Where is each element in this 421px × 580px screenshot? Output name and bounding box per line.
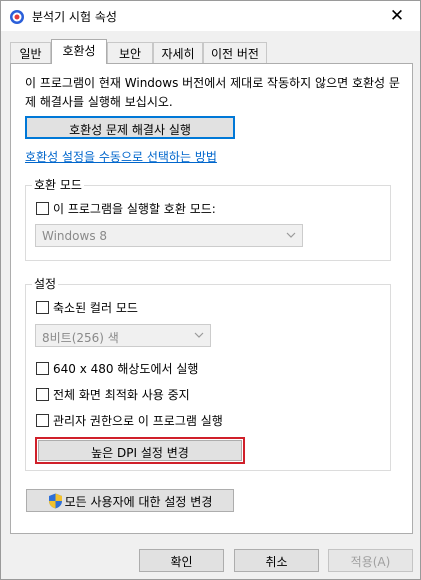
- cancel-button[interactable]: 취소: [234, 549, 319, 572]
- compat-mode-select[interactable]: Windows 8: [35, 224, 303, 247]
- color-mode-select-value: 8비트(256) 색: [42, 331, 119, 345]
- compat-mode-group-label: 호환 모드: [32, 178, 84, 192]
- reduced-color-label: 축소된 컬러 모드: [53, 301, 138, 315]
- manual-settings-link[interactable]: 호환성 설정을 수동으로 선택하는 방법: [25, 148, 217, 165]
- tab-previous-versions[interactable]: 이전 버전: [203, 42, 267, 63]
- compat-mode-checkbox-label: 이 프로그램을 실행할 호환 모드:: [53, 202, 216, 216]
- change-settings-all-users-button[interactable]: 모든 사용자에 대한 설정 변경: [26, 489, 234, 512]
- disable-fullscreen-opt-row[interactable]: 전체 화면 최적화 사용 중지: [36, 386, 190, 403]
- disable-fullscreen-opt-checkbox[interactable]: [36, 388, 49, 401]
- tab-previous-versions-label: 이전 버전: [211, 47, 259, 61]
- chevron-down-icon: [286, 232, 296, 238]
- compat-mode-group: 호환 모드 이 프로그램을 실행할 호환 모드: Windows 8: [25, 178, 391, 261]
- close-icon: ✕: [389, 6, 405, 26]
- tab-compatibility[interactable]: 호환성: [51, 39, 107, 64]
- high-dpi-settings-button-label: 높은 DPI 설정 변경: [91, 446, 189, 460]
- reduced-color-checkbox[interactable]: [36, 301, 49, 314]
- app-icon: [10, 10, 24, 24]
- settings-group: 설정 축소된 컬러 모드 8비트(256) 색 640 x 480 해상도에서 …: [25, 277, 391, 471]
- properties-dialog: 분석기 시험 속성 ✕ 일반 호환성 보안 자세히 이전 버전 이 프로그램이 …: [0, 0, 421, 580]
- ok-button[interactable]: 확인: [139, 549, 224, 572]
- color-mode-select[interactable]: 8비트(256) 색: [35, 324, 211, 347]
- run-as-admin-checkbox[interactable]: [36, 414, 49, 427]
- resolution-640-row[interactable]: 640 x 480 해상도에서 실행: [36, 360, 198, 377]
- high-dpi-settings-button[interactable]: 높은 DPI 설정 변경: [38, 440, 242, 461]
- apply-button-label: 적용(A): [350, 555, 391, 569]
- disable-fullscreen-opt-label: 전체 화면 최적화 사용 중지: [53, 388, 190, 402]
- run-as-admin-row[interactable]: 관리자 권한으로 이 프로그램 실행: [36, 412, 223, 429]
- compat-mode-select-value: Windows 8: [42, 229, 108, 243]
- change-settings-all-users-label: 모든 사용자에 대한 설정 변경: [64, 495, 213, 509]
- tab-details[interactable]: 자세히: [153, 42, 203, 63]
- tab-compatibility-label: 호환성: [62, 44, 96, 58]
- apply-button[interactable]: 적용(A): [328, 549, 413, 572]
- ok-button-label: 확인: [170, 555, 193, 569]
- troubleshooter-button-label: 호환성 문제 해결사 실행: [69, 123, 191, 137]
- reduced-color-row[interactable]: 축소된 컬러 모드: [36, 299, 138, 316]
- resolution-640-checkbox[interactable]: [36, 362, 49, 375]
- compatibility-panel: 이 프로그램이 현재 Windows 버전에서 제대로 작동하지 않으면 호환성…: [10, 63, 413, 534]
- resolution-640-label: 640 x 480 해상도에서 실행: [53, 362, 199, 376]
- close-button[interactable]: ✕: [374, 1, 420, 31]
- window-title: 분석기 시험 속성: [32, 10, 117, 24]
- troubleshooter-button[interactable]: 호환성 문제 해결사 실행: [25, 116, 235, 139]
- chevron-down-icon: [194, 332, 204, 338]
- run-as-admin-label: 관리자 권한으로 이 프로그램 실행: [53, 414, 223, 428]
- uac-shield-icon: [48, 493, 62, 509]
- compat-mode-checkbox[interactable]: [36, 202, 49, 215]
- tab-security[interactable]: 보안: [107, 42, 153, 63]
- tab-details-label: 자세히: [161, 47, 195, 61]
- settings-group-label: 설정: [32, 277, 59, 291]
- tab-security-label: 보안: [118, 47, 142, 61]
- title-bar: 분석기 시험 속성 ✕: [1, 1, 420, 31]
- compat-mode-checkbox-row[interactable]: 이 프로그램을 실행할 호환 모드:: [36, 200, 216, 217]
- cancel-button-label: 취소: [265, 555, 288, 569]
- tab-general[interactable]: 일반: [10, 42, 51, 63]
- tab-general-label: 일반: [19, 47, 42, 61]
- compat-description: 이 프로그램이 현재 Windows 버전에서 제대로 작동하지 않으면 호환성…: [25, 76, 400, 109]
